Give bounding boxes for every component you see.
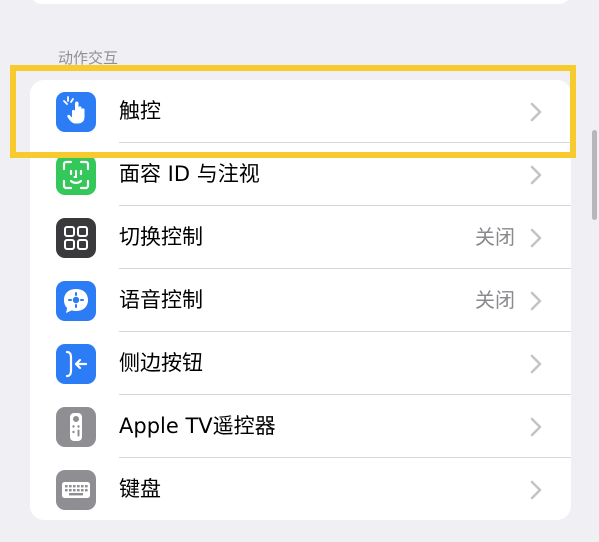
face-id-icon <box>56 155 96 195</box>
row-switch-control[interactable]: 切换控制 关闭 <box>30 206 571 269</box>
row-apple-tv-remote-label: Apple TV遥控器 <box>119 414 276 438</box>
row-voice-control-value: 关闭 <box>475 288 515 312</box>
row-switch-control-value: 关闭 <box>475 225 515 249</box>
row-switch-control-label: 切换控制 <box>119 225 203 249</box>
row-apple-tv-remote[interactable]: Apple TV遥控器 <box>30 395 571 458</box>
previous-settings-group <box>30 0 571 4</box>
apple-tv-remote-icon <box>56 407 96 447</box>
row-keyboard[interactable]: 键盘 <box>30 458 571 520</box>
row-side-button-label: 侧边按钮 <box>119 351 203 375</box>
voice-control-icon <box>56 281 96 321</box>
highlight-box <box>10 65 576 158</box>
chevron-right-icon <box>530 354 542 374</box>
side-button-icon <box>56 344 96 384</box>
keyboard-icon <box>56 470 96 510</box>
switch-control-icon <box>56 218 96 258</box>
chevron-right-icon <box>530 291 542 311</box>
row-side-button[interactable]: 侧边按钮 <box>30 332 571 395</box>
chevron-right-icon <box>530 480 542 500</box>
scrollbar[interactable] <box>592 130 597 220</box>
row-voice-control-label: 语音控制 <box>119 288 203 312</box>
chevron-right-icon <box>530 417 542 437</box>
row-keyboard-label: 键盘 <box>119 477 161 501</box>
row-voice-control[interactable]: 语音控制 关闭 <box>30 269 571 332</box>
chevron-right-icon <box>530 228 542 248</box>
chevron-right-icon <box>530 165 542 185</box>
